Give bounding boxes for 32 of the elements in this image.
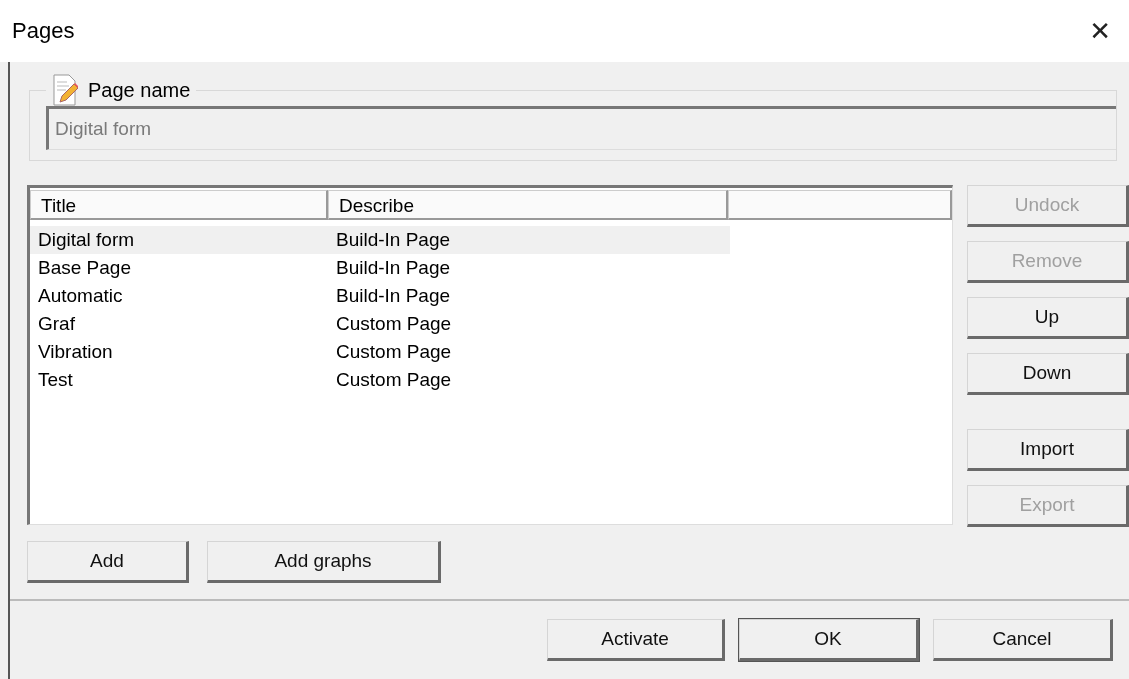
list-row[interactable]: Digital form Build-In Page [30,226,730,254]
title-cell-text: Graf [37,313,76,335]
list-row[interactable]: Base Page Build-In Page [30,254,730,282]
describe-cell-text: Custom Page [335,369,453,391]
side-button[interactable]: Down [967,353,1129,395]
list-row[interactable]: Automatic Build-In Page [30,282,730,310]
describe-cell-text: Custom Page [335,313,453,335]
side-button[interactable]: Import [967,429,1129,471]
dialog-button[interactable]: Cancel [933,619,1113,661]
describe-cell-text: Build-In Page [335,257,452,279]
describe-cell-text: Build-In Page [335,229,452,251]
title-cell-text: Automatic [37,285,124,307]
dialog-button[interactable]: OK [739,619,919,661]
describe-cell-text: Build-In Page [335,285,452,307]
title-cell-text: Vibration [37,341,114,363]
title-cell-text: Test [37,369,74,391]
title-cell-text: Digital form [37,229,136,251]
edit-document-icon [52,74,78,106]
add-graphs-button[interactable]: Add graphs [207,541,441,583]
close-button[interactable]: ✕ [1085,16,1115,46]
list-row[interactable]: Test Custom Page [30,366,730,394]
title-cell-text: Base Page [37,257,132,279]
list-row[interactable]: Graf Custom Page [30,310,730,338]
side-button[interactable]: Up [967,297,1129,339]
add-button[interactable]: Add [27,541,189,583]
describe-cell-text: Custom Page [335,341,453,363]
dialog-button[interactable]: Activate [547,619,725,661]
group-label: Page name [88,78,191,102]
window-title: Pages [12,18,75,44]
list-row[interactable]: Vibration Custom Page [30,338,730,366]
column-header[interactable]: Title [30,190,328,220]
column-header[interactable]: Describe [328,190,728,220]
